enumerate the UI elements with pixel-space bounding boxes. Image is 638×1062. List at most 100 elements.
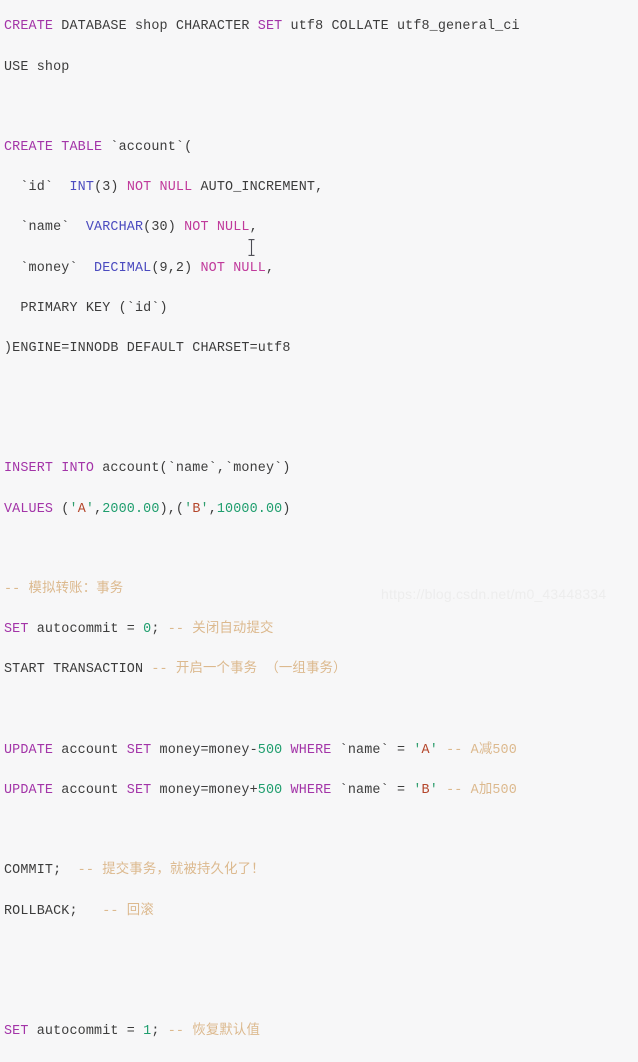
token-number: 10000.00: [216, 501, 283, 517]
token-plain: `account`(: [102, 139, 193, 155]
token-datatype-decimal: DECIMAL: [94, 260, 152, 276]
code-line-3-blank: [4, 98, 634, 118]
token-comment: -- 提交事务，就被持久化了！: [77, 863, 265, 879]
code-line-2: USE shop: [4, 58, 634, 78]
token-quote: ': [69, 501, 78, 517]
token-commit: COMMIT;: [4, 863, 78, 879]
code-line-8: PRIMARY KEY (`id`): [4, 299, 634, 319]
token-string-a: A: [421, 742, 430, 758]
code-line-1: CREATE DATABASE shop CHARACTER SET utf8 …: [4, 17, 634, 37]
token-plain: ;: [151, 1024, 168, 1040]
code-line-25-blank: [4, 982, 634, 1002]
token-comment: -- 关闭自动提交: [167, 622, 274, 638]
token-keyword-create-table: CREATE TABLE: [4, 139, 103, 155]
token-keyword-update: UPDATE: [4, 782, 54, 798]
token-plain: `name` =: [331, 782, 414, 798]
token-constraint-not-null: NOT NULL: [126, 180, 193, 196]
token-number: 0: [143, 622, 152, 638]
token-number: 1: [143, 1024, 152, 1040]
token-string-b: B: [192, 501, 201, 517]
code-line-23: ROLLBACK; -- 回滚: [4, 902, 634, 922]
code-line-18-blank: [4, 701, 634, 721]
token-plain: ,: [249, 220, 258, 236]
token-string-b: B: [421, 782, 430, 798]
code-line-24-blank: [4, 942, 634, 962]
code-line-14-blank: [4, 540, 634, 560]
token-rollback: ROLLBACK;: [4, 903, 103, 919]
token-constraint-not-null: NOT NULL: [184, 220, 250, 236]
code-line-4: CREATE TABLE `account`(: [4, 138, 634, 158]
token-number: 500: [257, 782, 283, 798]
token-identifier-money: `money`: [4, 260, 95, 276]
token-keyword-values: VALUES: [4, 501, 54, 517]
code-line-17: START TRANSACTION -- 开启一个事务 （一组事务）: [4, 660, 634, 680]
token-comment: -- 模拟转账：事务: [4, 582, 124, 598]
token-plain: USE shop: [4, 59, 70, 75]
code-line-21-blank: [4, 821, 634, 841]
token-plain: utf8 COLLATE utf8_general_ci: [282, 19, 520, 35]
token-keyword-where: WHERE: [290, 742, 332, 758]
token-plain: ;: [151, 622, 168, 638]
token-comment: -- A加500: [446, 782, 517, 798]
token-comment: -- 开启一个事务 （一组事务）: [151, 662, 347, 678]
code-editor-surface[interactable]: CREATE DATABASE shop CHARACTER SET utf8 …: [0, 0, 638, 1039]
code-line-7: `money` DECIMAL(9,2) NOT NULL,: [4, 259, 634, 279]
token-quote: ': [85, 501, 95, 517]
token-plain: (30): [143, 220, 185, 236]
token-datatype-int: INT: [69, 180, 95, 196]
token-plain: AUTO_INCREMENT,: [192, 180, 324, 196]
token-quote: ': [200, 501, 209, 517]
token-number: 500: [257, 742, 283, 758]
token-quote: ': [413, 782, 422, 798]
token-plain: account: [53, 782, 127, 798]
token-plain: money=money-: [151, 742, 258, 758]
token-comment: -- A减500: [446, 742, 517, 758]
token-keyword-create: CREATE: [4, 19, 54, 35]
token-datatype-varchar: VARCHAR: [85, 220, 144, 236]
token-plain: `name` =: [331, 742, 414, 758]
token-constraint-not-null: NOT NULL: [200, 260, 266, 276]
code-line-20: UPDATE account SET money=money+500 WHERE…: [4, 781, 634, 801]
code-line-16: SET autocommit = 0; -- 关闭自动提交: [4, 620, 634, 640]
token-plain: ,: [208, 501, 217, 517]
code-line-13: VALUES ('A',2000.00),('B',10000.00): [4, 500, 634, 520]
token-plain: (3): [94, 180, 127, 196]
sql-code-block[interactable]: CREATE DATABASE shop CHARACTER SET utf8 …: [4, 17, 634, 1062]
code-line-12: INSERT INTO account(`name`,`money`): [4, 459, 634, 479]
token-keyword-update: UPDATE: [4, 742, 54, 758]
token-quote: ': [429, 742, 447, 758]
code-line-19: UPDATE account SET money=money-500 WHERE…: [4, 741, 634, 761]
token-quote: ': [413, 742, 422, 758]
token-plain: (: [53, 501, 70, 517]
token-plain: ): [282, 501, 291, 517]
token-quote: ': [429, 782, 447, 798]
token-plain: (9,2): [151, 260, 201, 276]
token-plain: account: [53, 742, 127, 758]
token-keyword-set: SET: [126, 742, 152, 758]
token-identifier-id: `id`: [4, 180, 70, 196]
token-plain: autocommit =: [28, 1024, 144, 1040]
token-number: 2000.00: [102, 501, 160, 517]
token-engine-clause: )ENGINE=INNODB DEFAULT CHARSET=utf8: [4, 340, 291, 356]
code-line-26: SET autocommit = 1; -- 恢复默认值: [4, 1022, 634, 1042]
token-plain: money=money+: [151, 782, 258, 798]
token-plain: autocommit =: [28, 622, 144, 638]
token-keyword-set: SET: [4, 1024, 29, 1040]
token-comment: -- 恢复默认值: [167, 1024, 260, 1040]
code-line-22: COMMIT; -- 提交事务，就被持久化了！: [4, 861, 634, 881]
token-start-transaction: START TRANSACTION: [4, 662, 152, 678]
token-plain: DATABASE shop CHARACTER: [53, 19, 258, 35]
token-plain: ),(: [159, 501, 185, 517]
token-keyword-where: WHERE: [290, 782, 332, 798]
watermark-text: https://blog.csdn.net/m0_43448334: [381, 586, 607, 602]
token-primary-key: PRIMARY KEY (`id`): [4, 300, 168, 316]
token-keyword-set: SET: [257, 19, 283, 35]
token-keyword-set: SET: [126, 782, 152, 798]
code-line-10-blank: [4, 379, 634, 399]
code-line-5: `id` INT(3) NOT NULL AUTO_INCREMENT,: [4, 178, 634, 198]
token-plain: ,: [265, 260, 275, 276]
code-line-6: `name` VARCHAR(30) NOT NULL,: [4, 218, 634, 238]
token-keyword-insert-into: INSERT INTO: [4, 461, 95, 477]
